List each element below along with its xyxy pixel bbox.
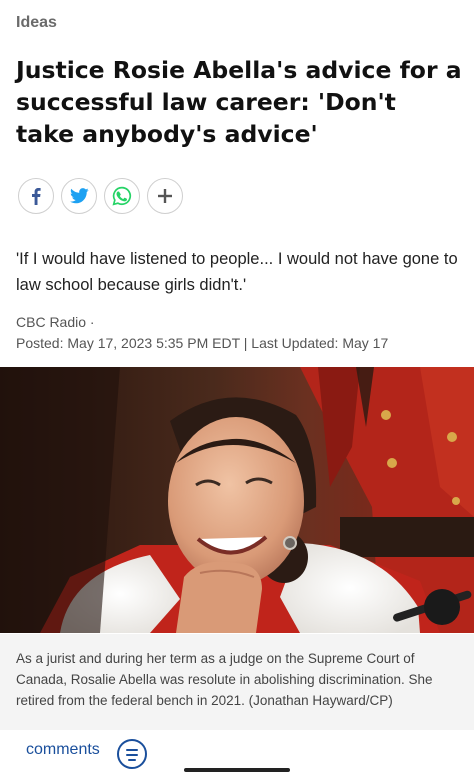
photo-caption: As a jurist and during her term as a jud…: [16, 651, 433, 708]
comment-list-icon[interactable]: [117, 739, 147, 769]
share-facebook-button[interactable]: [18, 178, 54, 214]
facebook-icon: [32, 188, 41, 205]
byline: CBC Radio · Posted: May 17, 2023 5:35 PM…: [16, 312, 464, 354]
source-label[interactable]: CBC Radio ·: [16, 312, 464, 333]
home-indicator[interactable]: [184, 768, 290, 772]
hero-photo: [0, 367, 474, 633]
whatsapp-icon: [112, 186, 132, 206]
share-more-button[interactable]: [147, 178, 183, 214]
dateline: Posted: May 17, 2023 5:35 PM EDT | Last …: [16, 335, 389, 351]
share-twitter-button[interactable]: [61, 178, 97, 214]
article-dek: 'If I would have listened to people... I…: [16, 250, 458, 294]
share-whatsapp-button[interactable]: [104, 178, 140, 214]
article-headline: Justice Rosie Abella's advice for a succ…: [16, 56, 462, 148]
comments-link[interactable]: comments: [26, 741, 100, 759]
portrait-illustration: [0, 367, 474, 633]
plus-icon: [158, 189, 172, 203]
share-bar: [18, 178, 183, 214]
section-label[interactable]: Ideas: [16, 14, 57, 32]
twitter-icon: [69, 188, 89, 204]
